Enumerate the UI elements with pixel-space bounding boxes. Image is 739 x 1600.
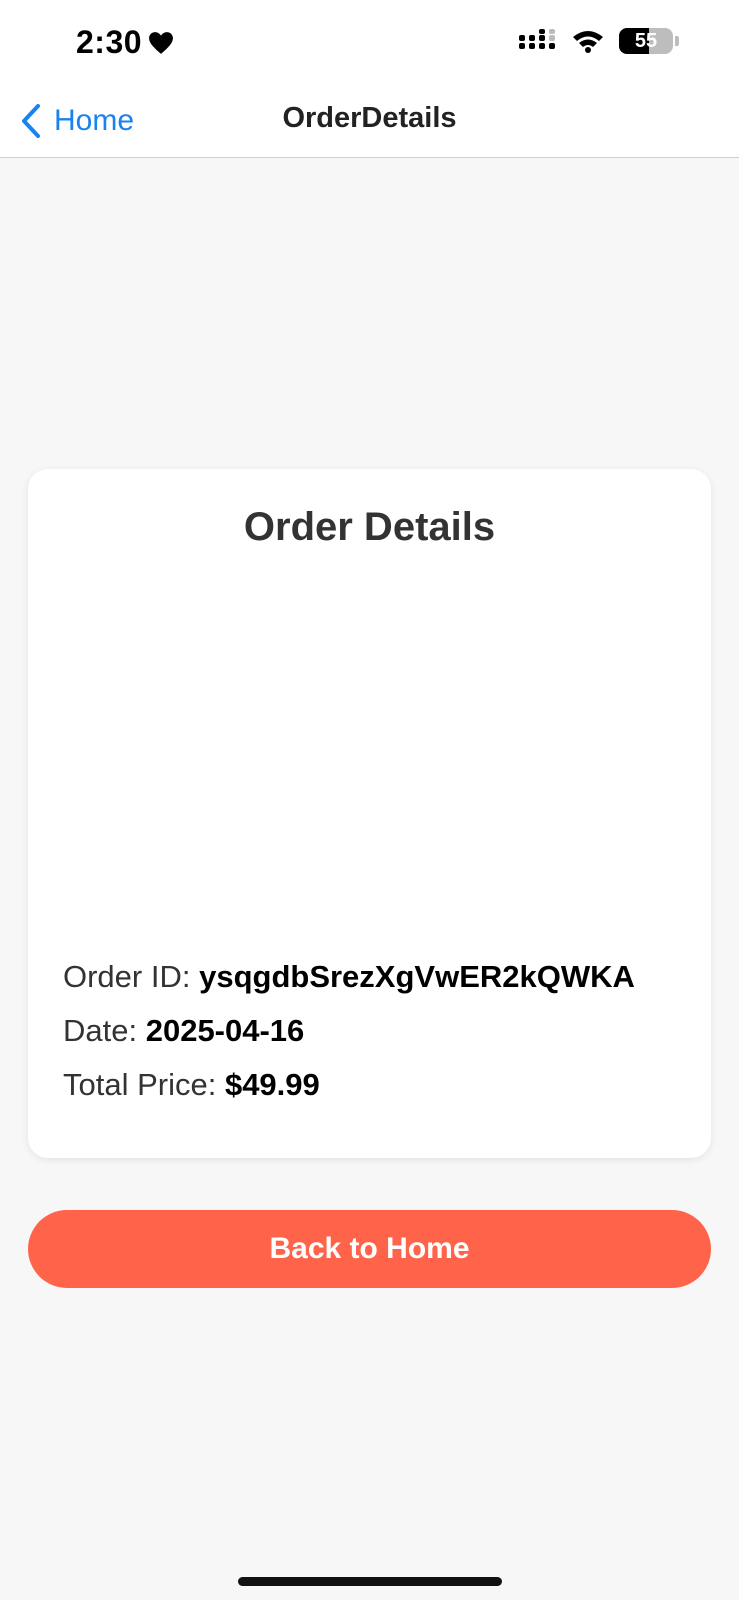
total-price-row: Total Price: $49.99 [63,1067,320,1103]
status-icons: 55 [519,28,679,54]
date-value: 2025-04-16 [145,1013,305,1048]
date-row: Date: 2025-04-16 [63,1013,304,1049]
wifi-icon [573,31,603,53]
battery-body: 55 [619,28,673,54]
clock-text: 2:30 [76,24,143,60]
status-bar: 2:30 55 [0,0,739,90]
total-price-value: $49.99 [224,1067,320,1102]
nav-title: OrderDetails [282,102,457,134]
home-indicator [238,1577,502,1586]
heart-icon [149,31,173,54]
signal-icon [519,29,555,49]
order-id-label: Order ID: [63,959,200,994]
order-id-row: Order ID: ysqgdbSrezXgVwER2kQWKA [63,959,635,995]
date-label: Date: [63,1013,146,1048]
status-time: 2:30 [76,24,174,61]
back-to-home-button[interactable]: Back to Home [28,1210,711,1288]
battery-cap [675,36,679,46]
battery-icon: 55 [619,28,679,54]
total-price-label: Total Price: [63,1067,225,1102]
battery-level: 55 [634,29,658,52]
order-id-value: ysqgdbSrezXgVwER2kQWKA [199,959,635,994]
card-title: Order Details [243,505,496,549]
order-details-card: Order Details Order ID: ysqgdbSrezXgVwER… [28,469,711,1158]
navigation-bar: Home OrderDetails [0,90,739,158]
